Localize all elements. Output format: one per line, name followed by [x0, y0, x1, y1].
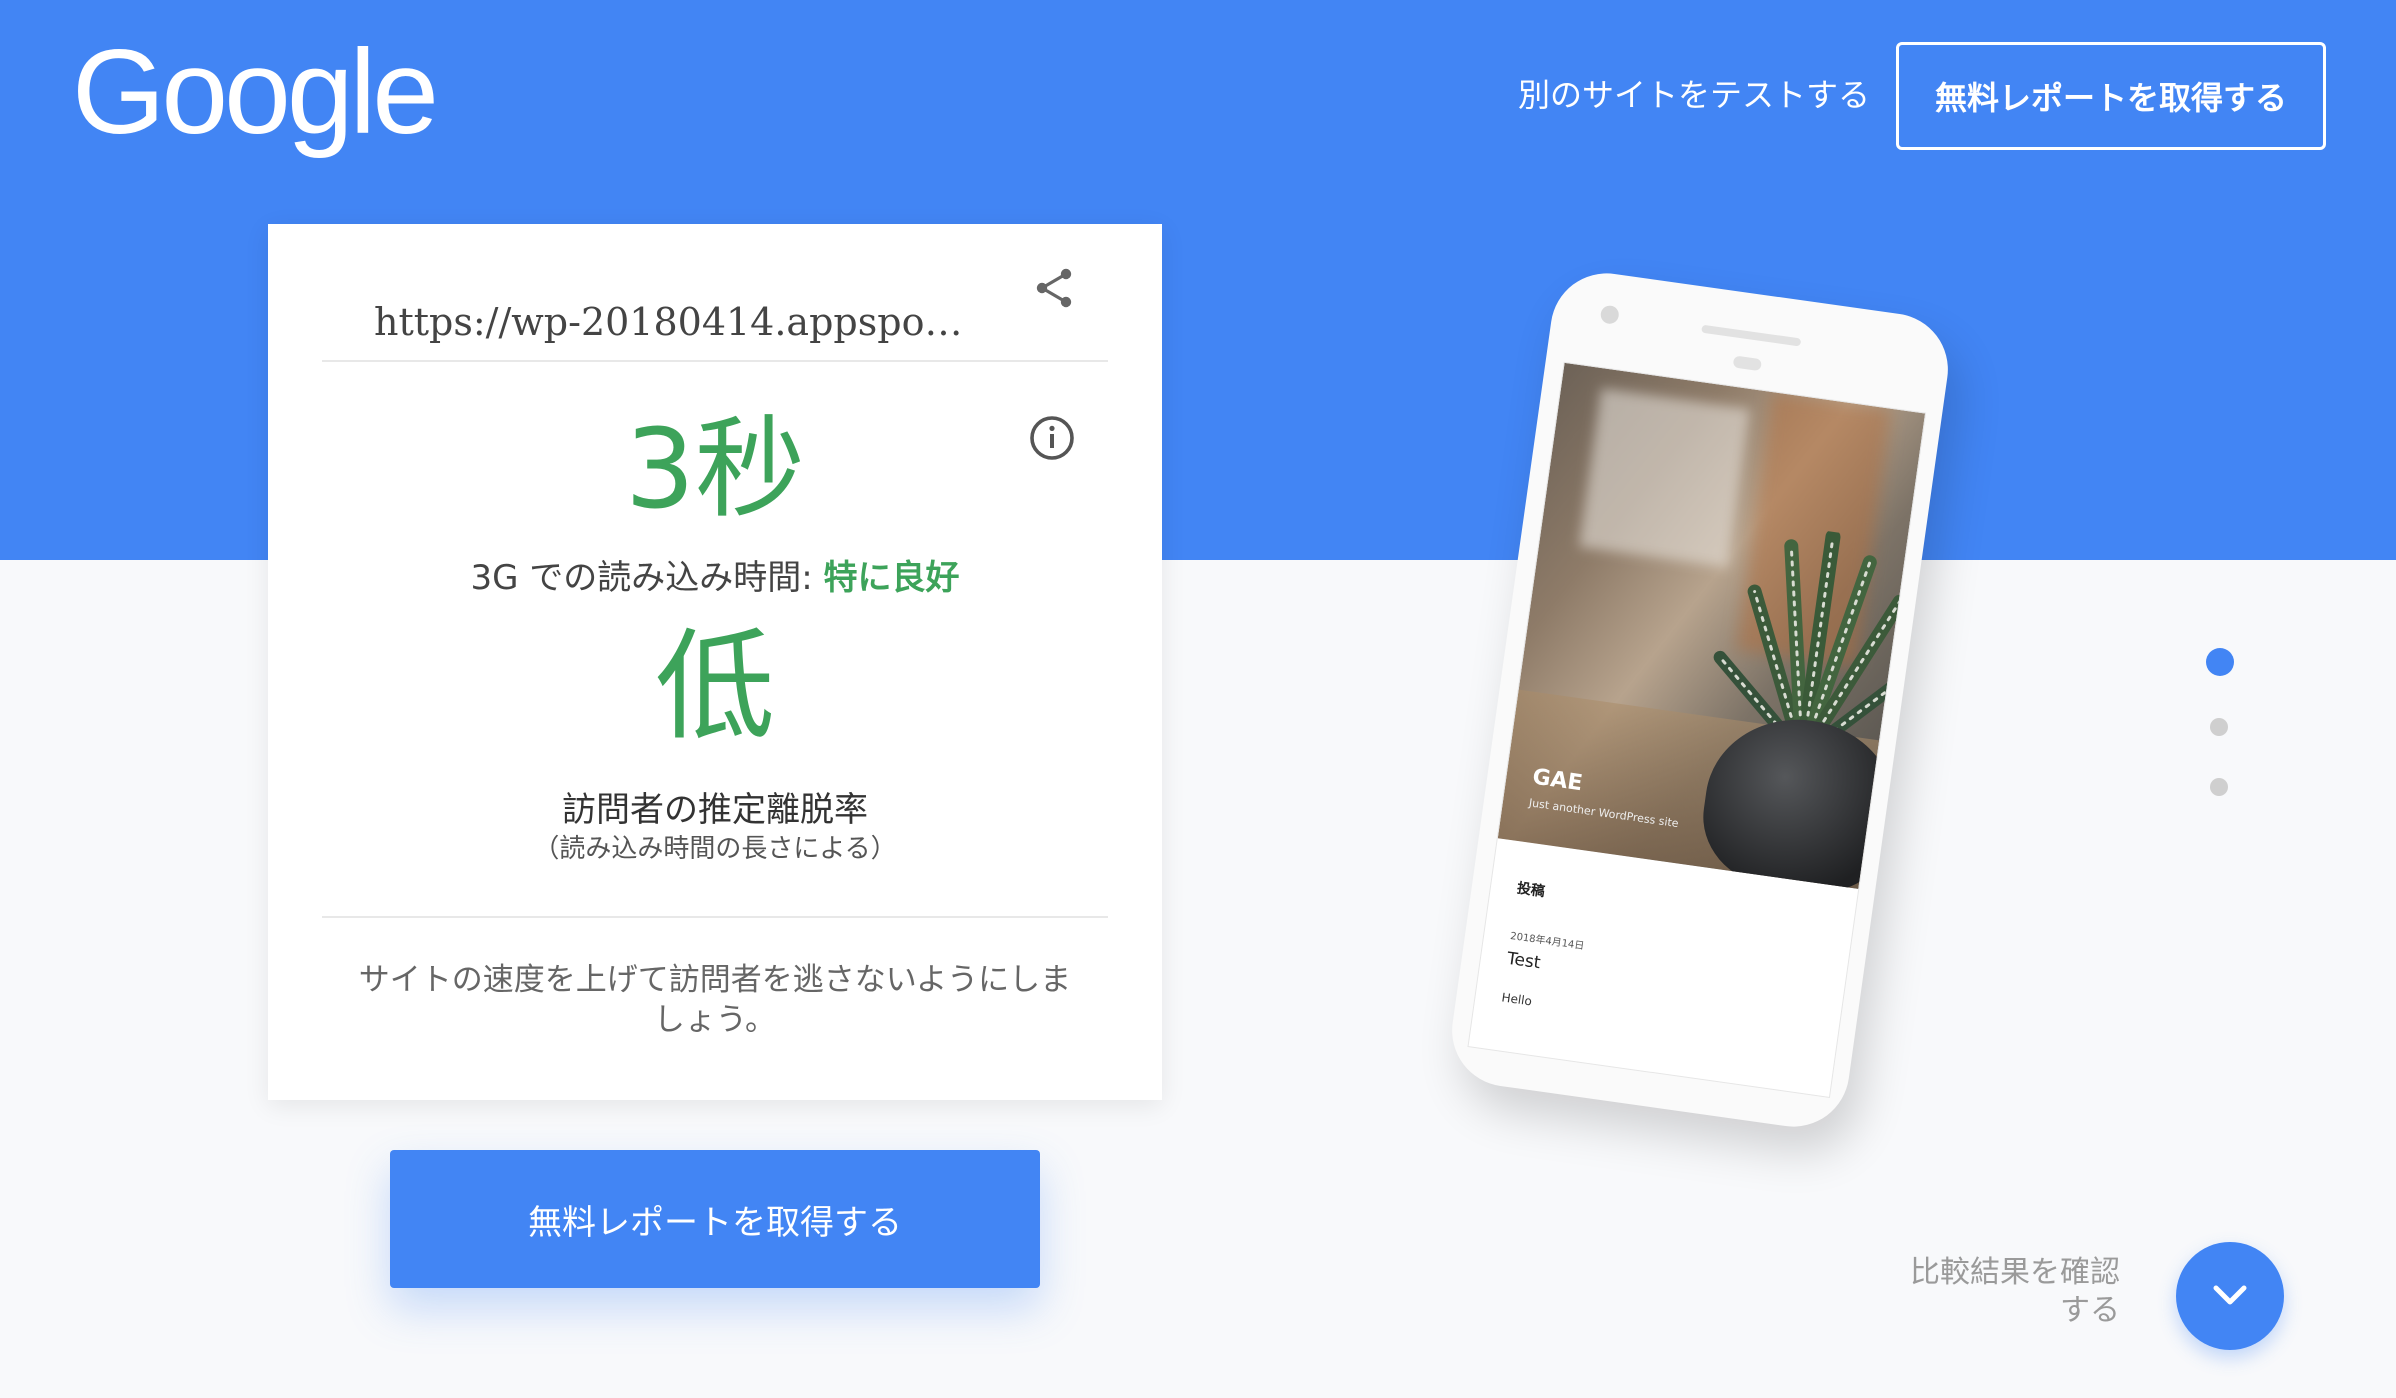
pagination-dots — [2206, 648, 2234, 798]
phone-camera — [1599, 304, 1620, 325]
share-icon — [1036, 268, 1072, 308]
pagination-dot-1[interactable] — [2206, 648, 2234, 676]
load-time-rating: 特に良好 — [823, 558, 960, 598]
pagination-dot-3[interactable] — [2210, 778, 2228, 796]
load-time-value: 3秒 — [625, 405, 805, 533]
bounce-rate-label: 訪問者の推定離脱率 — [562, 790, 868, 830]
compare-label: 比較結果を確認する — [1910, 1255, 2120, 1328]
phone-screen: GAE Just another WordPress site 投稿 2018年… — [1467, 361, 1927, 1098]
pagination-dot-2[interactable] — [2210, 718, 2228, 736]
post-date: 2018年4月14日 — [1509, 930, 1585, 953]
chevron-down-icon — [2213, 1285, 2247, 1305]
phone-frame: GAE Just another WordPress site 投稿 2018年… — [1444, 266, 1956, 1134]
load-time-caption-prefix: 3G での読み込み時間: — [470, 558, 824, 598]
header-get-report-button[interactable]: 無料レポートを取得する — [1896, 42, 2326, 150]
google-logo: Google — [72, 25, 439, 159]
result-card: https://wp-20180414.appspot.... 3秒 3G での… — [268, 224, 1162, 1100]
share-button[interactable] — [1030, 264, 1078, 312]
post-excerpt: Hello — [1500, 990, 1533, 1009]
posts-heading: 投稿 — [1515, 880, 1546, 901]
site-hero-image: GAE Just another WordPress site — [1497, 362, 1926, 889]
load-time-caption: 3G での読み込み時間: 特に良好 — [268, 550, 1162, 599]
bounce-rate-value: 低 — [655, 618, 775, 757]
bounce-rate-sublabel: （読み込み時間の長さによる） — [533, 834, 897, 864]
phone-preview: GAE Just another WordPress site 投稿 2018年… — [1430, 266, 1956, 1150]
card-divider — [322, 916, 1108, 918]
test-other-site-link[interactable]: 別のサイトをテストする — [1490, 70, 1870, 116]
post-title: Test — [1505, 948, 1542, 974]
advice-text: サイトの速度を上げて訪問者を逃さないようにしましょう。 — [358, 962, 1072, 1038]
tested-url: https://wp-20180414.appspot.... — [374, 300, 974, 344]
get-report-button[interactable]: 無料レポートを取得する — [390, 1150, 1040, 1288]
phone-sensor — [1732, 355, 1763, 372]
url-row: https://wp-20180414.appspot.... — [322, 260, 1108, 362]
phone-speaker — [1701, 324, 1802, 347]
compare-scroll-button[interactable] — [2176, 1242, 2284, 1350]
